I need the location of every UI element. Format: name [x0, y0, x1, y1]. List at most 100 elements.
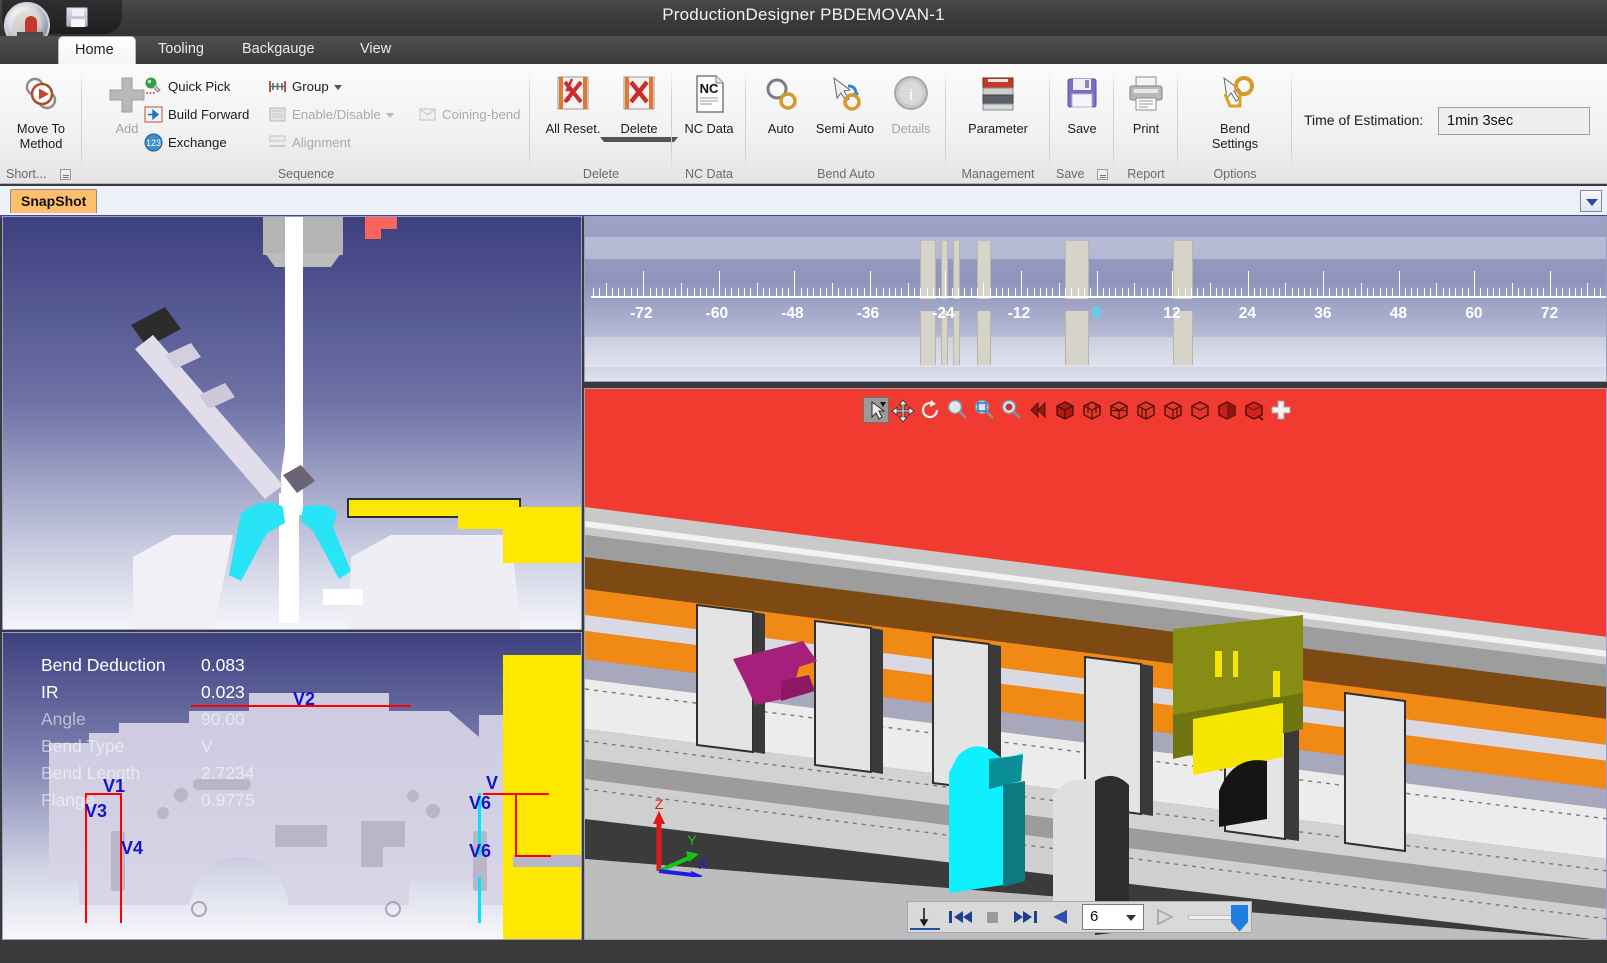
alignment-button[interactable]: Alignment: [268, 130, 351, 155]
crosshair-icon[interactable]: [1268, 397, 1294, 423]
print-button[interactable]: Print: [1107, 70, 1185, 136]
enable-disable-button[interactable]: Enable/Disable: [268, 102, 394, 127]
stop-button[interactable]: [978, 904, 1008, 930]
ruler-tick: [1241, 288, 1242, 297]
view-3d-toolbar[interactable]: [863, 397, 1295, 423]
skip-forward-button[interactable]: [1012, 904, 1042, 930]
rotate-icon[interactable]: [917, 397, 943, 423]
ruler-tick: [826, 288, 827, 297]
add-label: Add: [116, 121, 139, 136]
svg-text:X: X: [698, 856, 708, 872]
rewind-icon[interactable]: [1025, 397, 1051, 423]
zoom-fit-icon[interactable]: [998, 397, 1024, 423]
bend-settings-button[interactable]: Bend Settings: [1196, 70, 1274, 151]
ruler-tick: [1310, 288, 1311, 297]
ruler-tick: [1172, 271, 1173, 297]
group-label-options: Options: [1178, 167, 1292, 181]
view-right-icon[interactable]: [1160, 397, 1186, 423]
chevron-down-icon[interactable]: [1580, 190, 1602, 212]
skip-back-button[interactable]: [944, 904, 974, 930]
ruler-tick: [1298, 288, 1299, 297]
ruler-tick: [1027, 288, 1028, 297]
ruler-tick-label: -24: [932, 305, 954, 323]
group-label-sequence: Sequence: [82, 167, 530, 181]
group-button[interactable]: Group: [268, 74, 342, 99]
nc-data-button[interactable]: NC NC Data: [670, 70, 748, 136]
tab-backgauge[interactable]: Backgauge: [226, 36, 331, 64]
snapshot-bar: SnapShot: [0, 186, 1607, 218]
shade-icon[interactable]: [1214, 397, 1240, 423]
tab-view[interactable]: View: [344, 36, 407, 64]
step-selector[interactable]: 6: [1082, 904, 1144, 930]
ruler-tick: [990, 288, 991, 297]
tab-tooling[interactable]: Tooling: [142, 36, 220, 64]
select-arrow-icon[interactable]: [863, 397, 889, 423]
ribbon-group-options: Bend Settings Options: [1178, 64, 1292, 184]
ruler-tick: [731, 288, 732, 297]
view-back-icon[interactable]: [1106, 397, 1132, 423]
quick-pick-label: Quick Pick: [168, 79, 230, 94]
ruler-tick: [1097, 271, 1098, 297]
ruler-tick: [1531, 288, 1532, 297]
ruler-tick: [958, 288, 959, 297]
exchange-button[interactable]: 123 Exchange: [144, 130, 227, 155]
flat-pattern-view[interactable]: V1 V2 V3 V4 V V6 V6 Bend Deduction0.083 …: [2, 632, 582, 940]
pan-move-icon[interactable]: [890, 397, 916, 423]
timeline-slider[interactable]: [1188, 915, 1245, 920]
ruler-tick: [1115, 288, 1116, 297]
quick-pick-button[interactable]: Quick Pick: [144, 74, 230, 99]
semi-auto-icon: [822, 72, 868, 118]
ruler-tick: [1373, 288, 1374, 297]
zoom-window-icon[interactable]: [971, 397, 997, 423]
ruler-tick: [1141, 288, 1142, 297]
svg-text:i: i: [909, 85, 914, 104]
ruler-tick: [681, 283, 682, 297]
bend-simulation-view[interactable]: [2, 216, 582, 630]
ruler-tick: [1103, 288, 1104, 297]
details-button[interactable]: i Details: [872, 70, 950, 136]
ruler-tick: [1342, 288, 1343, 297]
ribbon-group-ncdata: NC NC Data NC Data: [672, 64, 746, 184]
semi-auto-label: Semi Auto: [816, 121, 874, 136]
snapshot-tab[interactable]: SnapShot: [10, 189, 97, 213]
move-to-method-button[interactable]: Move To Method: [2, 70, 80, 151]
build-forward-button[interactable]: Build Forward: [144, 102, 249, 127]
ruler-tick: [750, 288, 751, 297]
delete-button[interactable]: Delete: [600, 70, 678, 142]
view-left-icon[interactable]: [1133, 397, 1159, 423]
view-iso-icon[interactable]: [1052, 397, 1078, 423]
play-forward-button[interactable]: [1150, 904, 1180, 930]
render-icon[interactable]: [1241, 397, 1267, 423]
ruler-tick: [1178, 288, 1179, 297]
delete-dropdown-caret[interactable]: [600, 137, 678, 142]
machine-3d-view[interactable]: Z Y X 6: [584, 388, 1607, 940]
ruler-tick: [1191, 288, 1192, 297]
timeline-slider-thumb[interactable]: [1231, 905, 1248, 932]
coining-bend-button[interactable]: Coining-bend: [418, 102, 520, 127]
ruler-tick: [1040, 288, 1041, 297]
view-top-icon[interactable]: [1187, 397, 1213, 423]
save-dialog-launcher[interactable]: [1097, 169, 1108, 180]
ruler-tick: [1235, 288, 1236, 297]
ruler-tick: [757, 283, 758, 297]
shortcut-dialog-launcher[interactable]: [60, 169, 71, 180]
pointer-tool-button[interactable]: [910, 904, 940, 930]
tab-home[interactable]: Home: [58, 36, 136, 64]
ruler-tick: [889, 288, 890, 297]
ruler-tick: [1273, 288, 1274, 297]
zoom-icon[interactable]: [944, 397, 970, 423]
ruler-tick: [725, 288, 726, 297]
ruler-tick: [769, 288, 770, 297]
floppy-save-icon: [1059, 72, 1105, 118]
ruler-tick: [1279, 288, 1280, 297]
exchange-label: Exchange: [168, 135, 227, 150]
chevron-down-icon[interactable]: [1126, 915, 1136, 921]
ruler-tick: [719, 271, 720, 297]
view-front-icon[interactable]: [1079, 397, 1105, 423]
parameter-button[interactable]: Parameter: [959, 70, 1037, 136]
backgauge-ruler-view[interactable]: -72-60-48-36-24-120122436486072: [584, 216, 1607, 382]
playback-toolbar[interactable]: 6: [907, 901, 1252, 933]
ruler-tick: [1455, 288, 1456, 297]
play-reverse-button[interactable]: [1046, 904, 1076, 930]
group-label: Group: [292, 79, 329, 94]
